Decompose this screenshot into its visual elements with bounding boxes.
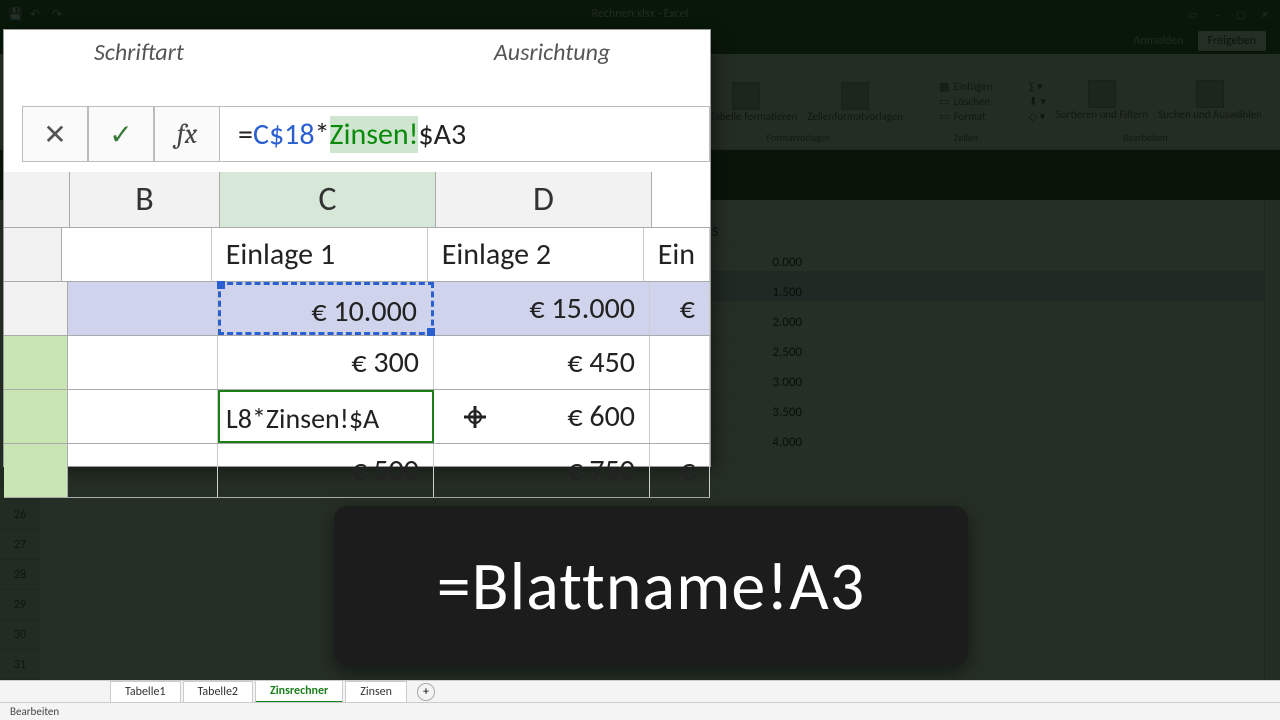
row-header[interactable]: [4, 228, 62, 281]
editing-cell[interactable]: L8*Zinsen!$A: [218, 390, 434, 443]
cell[interactable]: €: [650, 282, 710, 335]
tutorial-caption: =Blattname!A3: [334, 506, 968, 666]
sheet-tab-zinsen[interactable]: Zinsen: [345, 681, 407, 703]
table-row: € 300 € 450: [4, 336, 710, 390]
formula-ref1: C$18: [253, 116, 315, 153]
cell[interactable]: €: [650, 444, 710, 497]
cell[interactable]: Einlage 1: [212, 228, 428, 281]
cell[interactable]: [68, 444, 218, 497]
mini-col-headers: B C D: [4, 172, 710, 228]
cell[interactable]: € 750: [434, 444, 650, 497]
sheet-tab-zinsrechner[interactable]: Zinsrechner: [255, 680, 343, 703]
cell[interactable]: € 450: [434, 336, 650, 389]
fx-button[interactable]: fx: [154, 106, 220, 162]
formula-bar: ✕ ✓ fx =C$18*Zinsen!$A3: [22, 106, 710, 162]
status-mode: Bearbeiten: [10, 705, 59, 718]
table-row: L8*Zinsen!$A € 600: [4, 390, 710, 444]
cell[interactable]: € 15.000: [434, 282, 650, 335]
cell[interactable]: [62, 228, 212, 281]
sheet-tabs-overlay: Tabelle1 Tabelle2 Zinsrechner Zinsen +: [0, 680, 1280, 702]
cell[interactable]: [68, 336, 218, 389]
cell[interactable]: [650, 336, 710, 389]
col-header-b[interactable]: B: [70, 172, 220, 227]
cell[interactable]: Ein: [644, 228, 710, 281]
formula-ref2: $A3: [418, 116, 466, 153]
caption-text: =Blattname!A3: [437, 545, 865, 628]
row-header[interactable]: [4, 282, 68, 335]
formula-input[interactable]: =C$18*Zinsen!$A3: [220, 106, 710, 162]
formula-star: *: [315, 116, 330, 153]
fill-handle-cursor-icon: [464, 406, 486, 428]
cell[interactable]: [68, 390, 218, 443]
formula-eq: =: [238, 116, 253, 153]
select-all-corner[interactable]: [4, 172, 70, 227]
sheet-tab-tabelle2[interactable]: Tabelle2: [183, 681, 254, 703]
label-schriftart: Schriftart: [94, 38, 184, 67]
cell[interactable]: [650, 390, 710, 443]
cell[interactable]: € 500: [218, 444, 434, 497]
cancel-button[interactable]: ✕: [22, 106, 88, 162]
formula-sheetref: Zinsen!: [330, 116, 419, 153]
table-row: Einlage 1 Einlage 2 Ein: [4, 228, 710, 282]
row-header[interactable]: [4, 444, 68, 497]
col-header-d[interactable]: D: [436, 172, 652, 227]
table-row: € 10.000 € 15.000 €: [4, 282, 710, 336]
zoom-ribbon-labels: Schriftart Ausrichtung: [94, 30, 610, 67]
referenced-cell[interactable]: € 10.000: [218, 282, 434, 335]
row-header[interactable]: [4, 336, 68, 389]
sheet-tab-tabelle1[interactable]: Tabelle1: [110, 681, 181, 703]
cell[interactable]: Einlage 2: [428, 228, 644, 281]
add-sheet-button[interactable]: +: [417, 683, 435, 701]
row-header[interactable]: [4, 390, 68, 443]
mini-grid: B C D Einlage 1 Einlage 2 Ein € 10.000 €…: [4, 172, 710, 466]
cell[interactable]: € 300: [218, 336, 434, 389]
col-header-c[interactable]: C: [220, 172, 436, 227]
enter-button[interactable]: ✓: [88, 106, 154, 162]
table-row: € 500 € 750 €: [4, 444, 710, 498]
statusbar-overlay: Bearbeiten: [0, 702, 1280, 720]
label-ausrichtung: Ausrichtung: [494, 38, 610, 67]
zoom-panel: Schriftart Ausrichtung ✕ ✓ fx =C$18*Zins…: [4, 30, 710, 466]
cell[interactable]: [68, 282, 218, 335]
